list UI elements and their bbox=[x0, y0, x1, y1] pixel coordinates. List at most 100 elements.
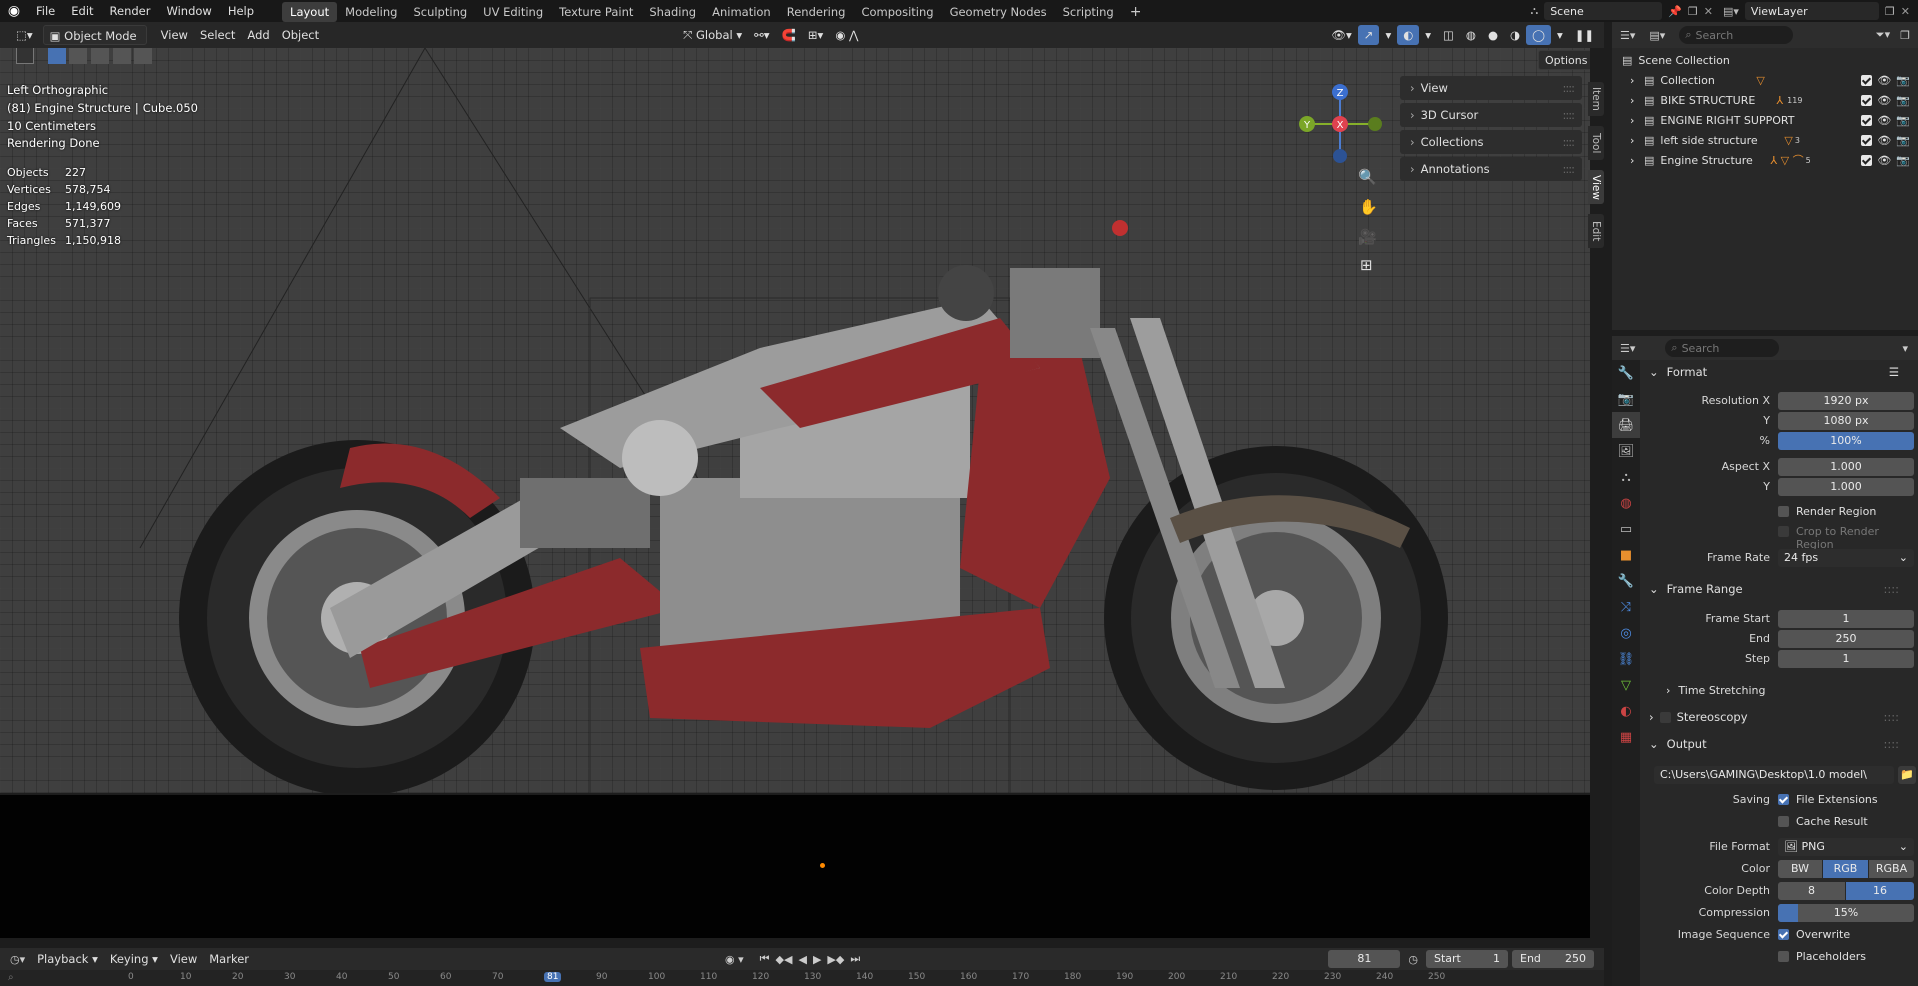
delete-view-layer-icon[interactable]: ✕ bbox=[1901, 5, 1910, 18]
xray-icon[interactable]: ◫ bbox=[1437, 25, 1460, 45]
scene-selector[interactable]: Scene bbox=[1544, 2, 1663, 20]
menu-add[interactable]: Add bbox=[241, 25, 275, 45]
chevron-right-icon[interactable]: › bbox=[1630, 114, 1644, 127]
clock-icon[interactable]: ◷ bbox=[1408, 953, 1418, 966]
menu-playback[interactable]: Playback ▾ bbox=[31, 949, 104, 969]
panel-annotations[interactable]: › Annotations:::: bbox=[1400, 157, 1582, 181]
options-dropdown-icon[interactable]: ▾ bbox=[1902, 342, 1908, 355]
view-layer-selector[interactable]: ViewLayer bbox=[1744, 2, 1879, 20]
workspace-tab-geometry-nodes[interactable]: Geometry Nodes bbox=[942, 2, 1055, 22]
display-mode-icon[interactable]: ▤▾ bbox=[1649, 29, 1665, 42]
menu-window[interactable]: Window bbox=[158, 0, 219, 22]
visibility-icon[interactable]: 👁▾ bbox=[1325, 25, 1357, 45]
physics-tab-icon[interactable]: ◎ bbox=[1612, 620, 1640, 646]
overwrite-checkbox[interactable] bbox=[1778, 929, 1789, 940]
outliner-row[interactable]: › ▤ ENGINE RIGHT SUPPORT 👁 📷 bbox=[1622, 110, 1918, 130]
outliner-search-input[interactable]: ⌕ Search bbox=[1679, 26, 1794, 44]
folder-browse-icon[interactable]: 📁 bbox=[1898, 766, 1916, 784]
frame-rate-dropdown[interactable]: 24 fps ⌄ bbox=[1778, 549, 1914, 567]
file-extensions-checkbox[interactable] bbox=[1778, 794, 1789, 805]
menu-view[interactable]: View bbox=[164, 949, 203, 969]
workspace-tab-animation[interactable]: Animation bbox=[704, 2, 779, 22]
workspace-tab-uv-editing[interactable]: UV Editing bbox=[475, 2, 551, 22]
properties-search-input[interactable]: ⌕ Search bbox=[1665, 339, 1780, 357]
new-view-layer-icon[interactable]: ❐ bbox=[1885, 5, 1895, 18]
start-frame-field[interactable]: Start 1 bbox=[1426, 950, 1508, 968]
color-rgba-button[interactable]: RGBA bbox=[1869, 860, 1914, 878]
jump-end-icon[interactable]: ⏭ bbox=[850, 952, 860, 966]
workspace-tab-shading[interactable]: Shading bbox=[641, 2, 704, 22]
menu-file[interactable]: File bbox=[28, 0, 63, 22]
tab-tool[interactable]: Tool bbox=[1588, 126, 1604, 160]
resolution-x-field[interactable]: 1920 px bbox=[1778, 392, 1914, 410]
modifier-tab-icon[interactable]: 🔧 bbox=[1612, 568, 1640, 594]
drag-handle-icon[interactable]: :::: bbox=[1884, 710, 1900, 724]
workspace-tab-rendering[interactable]: Rendering bbox=[779, 2, 854, 22]
menu-render[interactable]: Render bbox=[102, 0, 159, 22]
camera-icon[interactable]: 📷 bbox=[1896, 94, 1910, 107]
drag-handle-icon[interactable]: :::: bbox=[1563, 81, 1575, 95]
gizmo-neg-y-axis[interactable] bbox=[1368, 117, 1382, 131]
menu-keying[interactable]: Keying ▾ bbox=[104, 949, 164, 969]
zoom-icon[interactable]: 🔍 bbox=[1358, 168, 1377, 186]
3d-viewport[interactable]: Left Orthographic (81) Engine Structure |… bbox=[0, 48, 1590, 793]
pin-icon[interactable]: 📌 bbox=[1668, 5, 1682, 18]
view-layer-tab-icon[interactable]: 🖼 bbox=[1612, 438, 1640, 464]
delete-scene-icon[interactable]: ✕ bbox=[1704, 5, 1713, 18]
current-frame-field[interactable]: 81 bbox=[1328, 950, 1401, 968]
solid-shading-icon[interactable]: ● bbox=[1482, 25, 1504, 45]
prev-keyframe-icon[interactable]: ◆◀ bbox=[776, 953, 793, 966]
eye-icon[interactable]: 👁 bbox=[1877, 134, 1891, 147]
chevron-right-icon[interactable]: › bbox=[1630, 94, 1644, 107]
workspace-tab-compositing[interactable]: Compositing bbox=[853, 2, 941, 22]
timeline-ruler[interactable]: 0 10 20 30 40 50 60 70 81 90 100 110 120 130 140 150 160… bbox=[0, 970, 1604, 986]
play-icon[interactable]: ▶ bbox=[813, 953, 821, 966]
shading-dropdown-icon[interactable]: ▾ bbox=[1551, 25, 1569, 45]
outliner-row[interactable]: › ▤ Collection ▽ 👁 📷 bbox=[1622, 70, 1918, 90]
compression-slider[interactable]: 15% bbox=[1778, 904, 1914, 922]
eye-icon[interactable]: 👁 bbox=[1877, 74, 1891, 87]
record-icon[interactable]: ◉ ▾ bbox=[725, 953, 744, 966]
texture-tab-icon[interactable]: ▦ bbox=[1612, 724, 1640, 750]
stereoscopy-checkbox[interactable] bbox=[1659, 711, 1671, 723]
drag-handle-icon[interactable]: :::: bbox=[1884, 582, 1900, 596]
select-mode-subtract-icon[interactable] bbox=[90, 48, 109, 64]
color-bw-button[interactable]: BW bbox=[1778, 860, 1822, 878]
color-depth-8-button[interactable]: 8 bbox=[1778, 882, 1845, 900]
section-output[interactable]: ⌄ Output:::: bbox=[1649, 733, 1909, 755]
camera-icon[interactable]: 📷 bbox=[1896, 74, 1910, 87]
outliner-row[interactable]: › ▤ BIKE STRUCTURE ⅄ 119 👁 📷 bbox=[1622, 90, 1918, 110]
overlays-dropdown-icon[interactable]: ▾ bbox=[1419, 25, 1437, 45]
snap-target-icon[interactable]: ⊞▾ bbox=[802, 25, 829, 45]
pause-render-icon[interactable]: ❚❚ bbox=[1569, 25, 1600, 45]
blender-logo-icon[interactable]: ◉ bbox=[0, 3, 28, 19]
view-layer-icon[interactable]: ▤▾ bbox=[1723, 5, 1739, 18]
panel-3d-cursor[interactable]: › 3D Cursor:::: bbox=[1400, 103, 1582, 127]
pivot-icon[interactable]: ⚯▾ bbox=[748, 25, 775, 45]
output-path-input[interactable]: C:\Users\GAMING\Desktop\1.0 model\ bbox=[1654, 766, 1894, 784]
frame-start-field[interactable]: 1 bbox=[1778, 610, 1914, 628]
exclude-checkbox[interactable] bbox=[1861, 74, 1873, 86]
end-frame-field[interactable]: End 250 bbox=[1512, 950, 1594, 968]
cache-result-checkbox[interactable] bbox=[1778, 816, 1789, 827]
chevron-right-icon[interactable]: › bbox=[1630, 134, 1644, 147]
tab-edit[interactable]: Edit bbox=[1588, 214, 1604, 248]
color-rgb-button[interactable]: RGB bbox=[1823, 860, 1868, 878]
crop-region-checkbox[interactable] bbox=[1778, 526, 1789, 537]
ortho-toggle-icon[interactable]: ⊞ bbox=[1360, 256, 1373, 274]
tab-view[interactable]: View bbox=[1588, 170, 1604, 204]
properties-editor-icon[interactable]: ☰▾ bbox=[1620, 342, 1635, 355]
eye-icon[interactable]: 👁 bbox=[1877, 94, 1891, 107]
snap-icon[interactable]: 🧲 bbox=[776, 25, 802, 45]
exclude-checkbox[interactable] bbox=[1861, 94, 1873, 106]
frame-end-field[interactable]: 250 bbox=[1778, 630, 1914, 648]
filter-icon[interactable]: ⏷▾ bbox=[1876, 28, 1890, 42]
timeline-editor-icon[interactable]: ◷▾ bbox=[10, 953, 25, 966]
drag-handle-icon[interactable]: :::: bbox=[1563, 162, 1575, 176]
menu-edit[interactable]: Edit bbox=[63, 0, 101, 22]
gizmo-neg-z-axis[interactable] bbox=[1333, 149, 1347, 163]
frame-step-field[interactable]: 1 bbox=[1778, 650, 1914, 668]
menu-object[interactable]: Object bbox=[276, 25, 325, 45]
chevron-right-icon[interactable]: › bbox=[1630, 74, 1644, 87]
drag-handle-icon[interactable]: :::: bbox=[1563, 108, 1575, 122]
